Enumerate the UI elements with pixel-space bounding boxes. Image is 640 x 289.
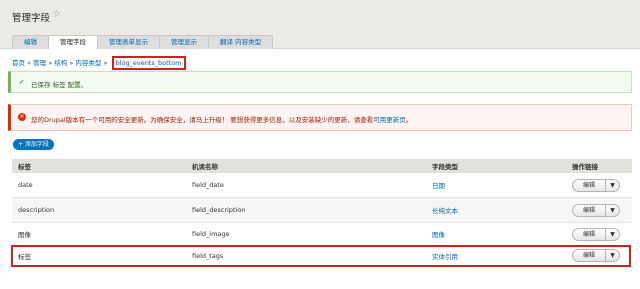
row-machine-name: field_tags (192, 251, 224, 260)
add-field-button[interactable]: + 添加字段 (13, 139, 54, 150)
breadcrumb: 首页 » 管理 » 结构 » 内容类型 » blog_events_bottom (12, 56, 186, 70)
table-row: 标签 field_tags 实体引用 编辑 ▼ (12, 245, 632, 267)
row-operations: 编辑 ▼ (572, 222, 621, 246)
breadcrumb-separator: » (27, 59, 32, 67)
tab-translate-content-type[interactable]: 翻译 内容类型 (208, 35, 274, 49)
available-updates-link[interactable]: 可用更新页 (373, 116, 406, 124)
row-label: 标签 (18, 252, 31, 261)
page-title: 管理字段 (12, 13, 51, 24)
row-field-type-link[interactable]: 实体引用 (432, 245, 458, 266)
table-row: date field_date 日期 编辑 ▼ (12, 173, 632, 198)
breadcrumb-separator: » (69, 59, 74, 67)
star-icon[interactable]: ☆ (52, 9, 61, 20)
header-machine-name: 机读名称 (192, 163, 218, 171)
error-suffix: 。 (405, 116, 413, 124)
row-field-type-link[interactable]: 日期 (432, 173, 445, 197)
table-row: 图像 field_image 图像 编辑 ▼ (12, 222, 632, 247)
check-icon: ✔ (19, 78, 25, 86)
row-operations: 编辑 ▼ (572, 245, 621, 266)
breadcrumb-current[interactable]: blog_events_bottom (111, 56, 186, 70)
row-machine-name: field_image (192, 230, 230, 238)
error-text: 您的Drupal版本有一个可用的安全更新。为确保安全，请马上升级！ 要想获得更多… (31, 116, 374, 124)
edit-button[interactable]: 编辑 (572, 178, 607, 192)
tab-manage-display[interactable]: 管理显示 (159, 35, 209, 49)
breadcrumb-structure[interactable]: 结构 (54, 59, 67, 67)
status-message-text: 已保存 标签 配置。 (31, 81, 88, 89)
row-label: 图像 (18, 231, 31, 239)
chevron-down-icon[interactable]: ▼ (606, 227, 621, 241)
edit-button[interactable]: 编辑 (572, 249, 607, 262)
header-operations: 操作链接 (572, 163, 598, 171)
breadcrumb-content-types[interactable]: 内容类型 (75, 59, 101, 67)
row-machine-name: field_date (192, 181, 224, 189)
tab-edit[interactable]: 编辑 (12, 35, 49, 49)
breadcrumb-separator: » (48, 59, 53, 67)
breadcrumb-separator: » (103, 59, 108, 67)
header-label: 标签 (18, 163, 31, 171)
row-field-type-link[interactable]: 图像 (432, 222, 445, 246)
error-message-text: 您的Drupal版本有一个可用的安全更新。为确保安全，请马上升级！ 要想获得更多… (31, 114, 412, 124)
breadcrumb-admin[interactable]: 管理 (33, 59, 46, 67)
edit-button[interactable]: 编辑 (572, 227, 607, 241)
status-message: ✔ 已保存 标签 配置。 (8, 71, 632, 93)
table-row: description field_description 长纯文本 编辑 ▼ (12, 198, 632, 223)
row-label: date (18, 181, 33, 189)
edit-button[interactable]: 编辑 (572, 203, 607, 217)
chevron-down-icon[interactable]: ▼ (606, 203, 621, 217)
page-header: 管理字段 ☆ 编辑 管理字段 管理表单显示 管理显示 翻译 内容类型 (0, 0, 640, 49)
error-message: ✕ 您的Drupal版本有一个可用的安全更新。为确保安全，请马上升级！ 要想获得… (8, 104, 632, 131)
table-header: 标签 机读名称 字段类型 操作链接 (12, 159, 632, 173)
header-field-type: 字段类型 (432, 163, 458, 171)
chevron-down-icon[interactable]: ▼ (606, 178, 621, 192)
row-label: description (18, 206, 55, 214)
tab-manage-fields[interactable]: 管理字段 (48, 35, 98, 49)
chevron-down-icon[interactable]: ▼ (606, 249, 621, 262)
row-operations: 编辑 ▼ (572, 173, 621, 197)
error-icon: ✕ (18, 113, 26, 121)
breadcrumb-home[interactable]: 首页 (12, 59, 25, 67)
row-operations: 编辑 ▼ (572, 198, 621, 222)
tabs-bar: 编辑 管理字段 管理表单显示 管理显示 翻译 内容类型 (12, 35, 274, 49)
tab-manage-form-display[interactable]: 管理表单显示 (97, 35, 160, 49)
row-field-type-link[interactable]: 长纯文本 (432, 198, 458, 222)
row-machine-name: field_description (192, 206, 246, 214)
